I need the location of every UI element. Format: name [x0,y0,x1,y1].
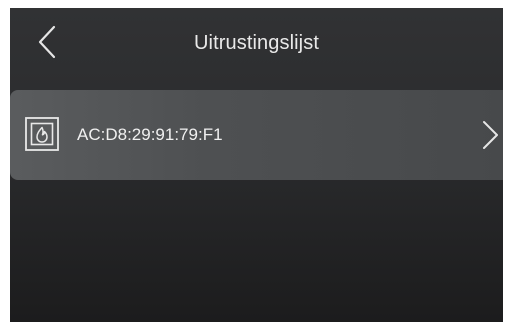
device-name: AC:D8:29:91:79:F1 [77,125,223,144]
device-list-item[interactable]: AC:D8:29:91:79:F1 [10,90,503,180]
chevron-right-icon [483,121,498,149]
app-screen: Uitrustingslijst AC:D8:29:91:79:F1 [10,8,503,322]
screen: Uitrustingslijst AC:D8:29:91:79:F1 [0,0,509,324]
fireplace-icon [25,117,59,151]
header: Uitrustingslijst [10,8,503,80]
page-title: Uitrustingslijst [194,32,319,54]
